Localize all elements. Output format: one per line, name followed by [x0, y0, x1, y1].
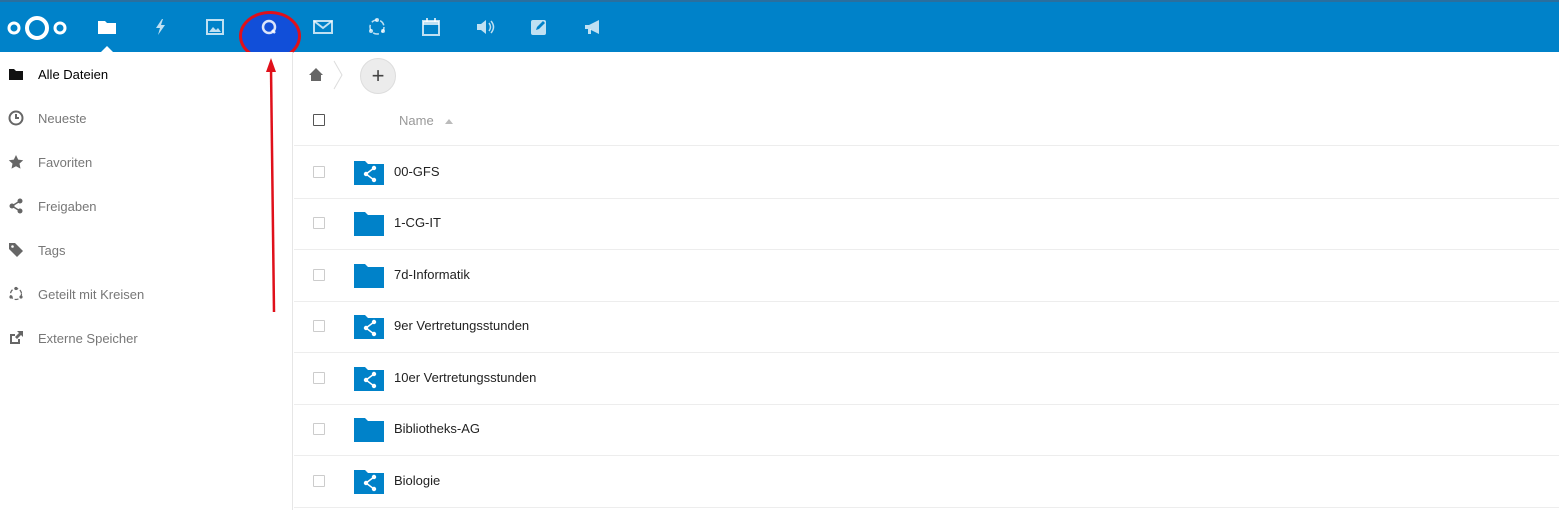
mail-app-button[interactable] — [296, 2, 350, 52]
sort-ascending-icon[interactable] — [445, 119, 453, 124]
folder-icon — [8, 66, 24, 82]
table-row[interactable]: Biologie — [294, 456, 1559, 508]
circles-app-button[interactable] — [350, 2, 404, 52]
speaker-icon — [477, 20, 495, 34]
file-name[interactable]: 10er Vertretungsstunden — [394, 370, 536, 385]
shared-folder-icon — [354, 161, 384, 185]
home-icon[interactable] — [308, 67, 324, 83]
table-row[interactable]: Bibliotheks-AG — [294, 404, 1559, 456]
file-name[interactable]: 7d-Informatik — [394, 267, 470, 282]
sidebar-navigation: Alle Dateien Neueste Favoriten Freigaben… — [0, 52, 293, 510]
files-app-button[interactable] — [80, 2, 134, 52]
search-icon — [261, 19, 277, 35]
sidebar-item-favorites[interactable]: Favoriten — [0, 140, 293, 184]
circles-icon — [8, 286, 24, 302]
row-checkbox[interactable] — [313, 166, 325, 178]
sidebar-item-shared-circles[interactable]: Geteilt mit Kreisen — [0, 272, 293, 316]
lightning-icon — [156, 19, 165, 35]
sidebar-item-shares[interactable]: Freigaben — [0, 184, 293, 228]
shared-folder-icon — [354, 315, 384, 339]
table-row[interactable]: 1-CG-IT — [294, 198, 1559, 250]
row-checkbox[interactable] — [313, 320, 325, 332]
sidebar-item-recent[interactable]: Neueste — [0, 96, 293, 140]
file-name[interactable]: 9er Vertretungsstunden — [394, 318, 529, 333]
star-icon — [8, 154, 24, 170]
sidebar-item-label: Externe Speicher — [38, 330, 138, 346]
shared-folder-icon — [354, 470, 384, 494]
mail-icon — [313, 20, 333, 34]
sidebar-item-label: Freigaben — [38, 198, 97, 214]
file-name[interactable]: Bibliotheks-AG — [394, 421, 480, 436]
sidebar-item-external-storage[interactable]: Externe Speicher — [0, 316, 293, 360]
sidebar-item-label: Alle Dateien — [38, 66, 109, 82]
file-list-area: + Name 00-GFS 1-CG-IT 7d-Informatik 9er … — [294, 52, 1559, 510]
announcements-app-button[interactable] — [566, 2, 620, 52]
table-header: Name — [294, 102, 1559, 146]
breadcrumb-separator — [333, 60, 343, 90]
table-row[interactable]: 00-GFS — [294, 147, 1559, 199]
file-name[interactable]: Biologie — [394, 473, 440, 488]
table-row[interactable]: 10er Vertretungsstunden — [294, 353, 1559, 405]
image-icon — [206, 19, 224, 35]
sidebar-item-label: Favoriten — [38, 154, 93, 170]
row-checkbox[interactable] — [313, 475, 325, 487]
sidebar-item-label: Tags — [38, 242, 66, 258]
audio-app-button[interactable] — [458, 2, 512, 52]
clock-icon — [8, 110, 24, 126]
circles-icon — [369, 18, 385, 35]
notes-app-button[interactable] — [512, 2, 566, 52]
megaphone-icon — [585, 20, 599, 34]
row-checkbox[interactable] — [313, 217, 325, 229]
table-row[interactable]: 9er Vertretungsstunden — [294, 301, 1559, 353]
nextcloud-logo-icon[interactable] — [6, 14, 68, 42]
add-new-button[interactable]: + — [360, 58, 396, 94]
share-icon — [8, 198, 24, 214]
name-column-header[interactable]: Name — [399, 113, 434, 128]
row-checkbox[interactable] — [313, 269, 325, 281]
folder-icon — [354, 418, 384, 442]
calendar-icon — [422, 18, 440, 36]
row-checkbox[interactable] — [313, 372, 325, 384]
sidebar-item-label: Neueste — [38, 110, 87, 126]
calendar-app-button[interactable] — [404, 2, 458, 52]
gallery-app-button[interactable] — [188, 2, 242, 52]
table-row[interactable]: 7d-Informatik — [294, 250, 1559, 302]
file-name[interactable]: 1-CG-IT — [394, 215, 441, 230]
sidebar-item-tags[interactable]: Tags — [0, 228, 293, 272]
search-app-button[interactable] — [242, 2, 296, 52]
folder-icon — [98, 21, 116, 34]
external-link-icon — [8, 330, 24, 346]
header-bar — [0, 0, 1559, 61]
sidebar-item-all-files[interactable]: Alle Dateien — [0, 52, 293, 96]
row-checkbox[interactable] — [313, 423, 325, 435]
sidebar-item-label: Geteilt mit Kreisen — [38, 286, 145, 302]
tag-icon — [8, 242, 24, 258]
shared-folder-icon — [354, 367, 384, 391]
folder-icon — [354, 264, 384, 288]
activity-app-button[interactable] — [134, 2, 188, 52]
file-name[interactable]: 00-GFS — [394, 164, 440, 179]
edit-icon — [531, 20, 546, 35]
select-all-checkbox[interactable] — [313, 114, 325, 126]
folder-icon — [354, 212, 384, 236]
